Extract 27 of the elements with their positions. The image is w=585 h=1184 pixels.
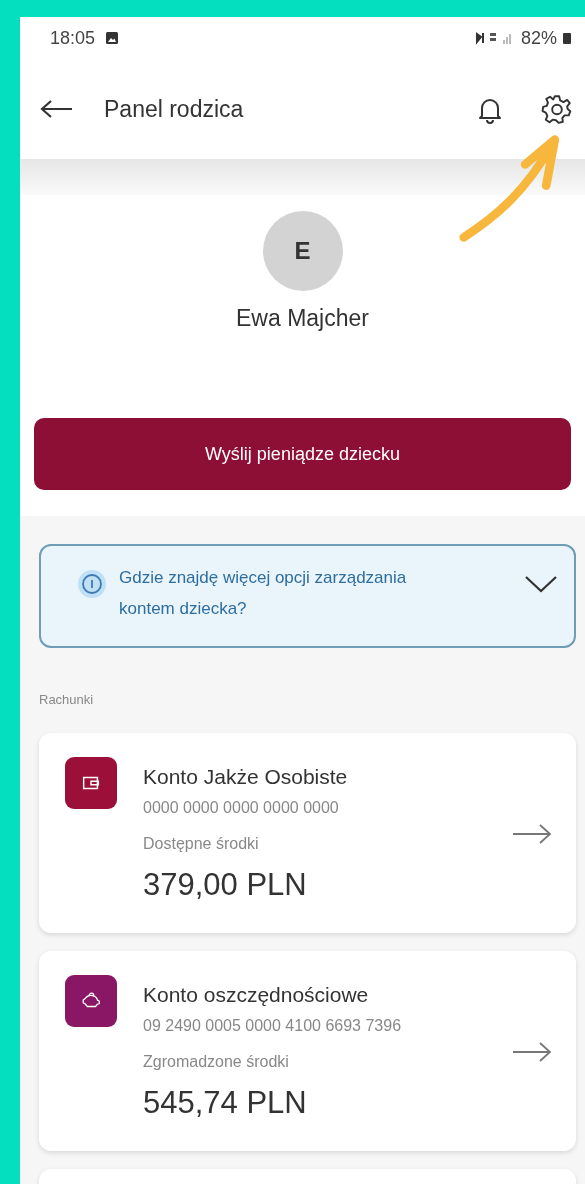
back-arrow-icon[interactable] [40, 99, 74, 119]
header-title: Panel rodzica [104, 95, 244, 123]
balance-label: Dostępne środki [143, 835, 260, 853]
account-name: Konto Jakże Osobiste [143, 765, 349, 789]
send-money-button[interactable]: Wyślij pieniądze dziecku [34, 418, 571, 490]
settings-icon[interactable] [541, 93, 573, 125]
account-number: 0000 0000 0000 0000 0000 [143, 799, 340, 817]
battery-percentage: 82% [520, 27, 557, 49]
account-balance: 545,74 PLN [143, 1085, 308, 1121]
info-accordion[interactable]: Gdzie znajdę więcej opcji zarządzania kontem dziecka? [39, 544, 576, 648]
balance-label: Zgromadzone środki [143, 1053, 290, 1071]
section-title: Rachunki [39, 692, 95, 707]
status-time: 18:05 [50, 27, 96, 49]
image-icon [105, 31, 120, 45]
chevron-icon[interactable] [524, 574, 558, 594]
account-name: Konto oszczędnościowe [143, 983, 370, 1007]
info-icon [77, 569, 107, 599]
arrow-right-icon[interactable] [512, 822, 552, 846]
info-question: Gdzie znajdę więcej opcji zarządzania kontem dziecka? [119, 567, 408, 620]
account-card[interactable]: Konto Jakże Osobiste 0000 0000 0000 0000 0000 Dostępne środki 379,00 PLN [39, 733, 576, 933]
arrow-right-icon[interactable] [512, 1040, 552, 1064]
account-balance: 379,00 PLN [143, 867, 308, 903]
battery-icon [563, 32, 571, 44]
avatar-circle: E [262, 211, 343, 291]
child-name: Ewa Majcher [236, 305, 369, 332]
account-card[interactable]: Konto oszczędnościowe 09 2490 0005 0000 4100 6693 7396 Zgromadzone środki 545,74 PLN [39, 951, 576, 1151]
account-number: 09 2490 0005 0000 4100 6693 7396 [143, 1017, 403, 1035]
